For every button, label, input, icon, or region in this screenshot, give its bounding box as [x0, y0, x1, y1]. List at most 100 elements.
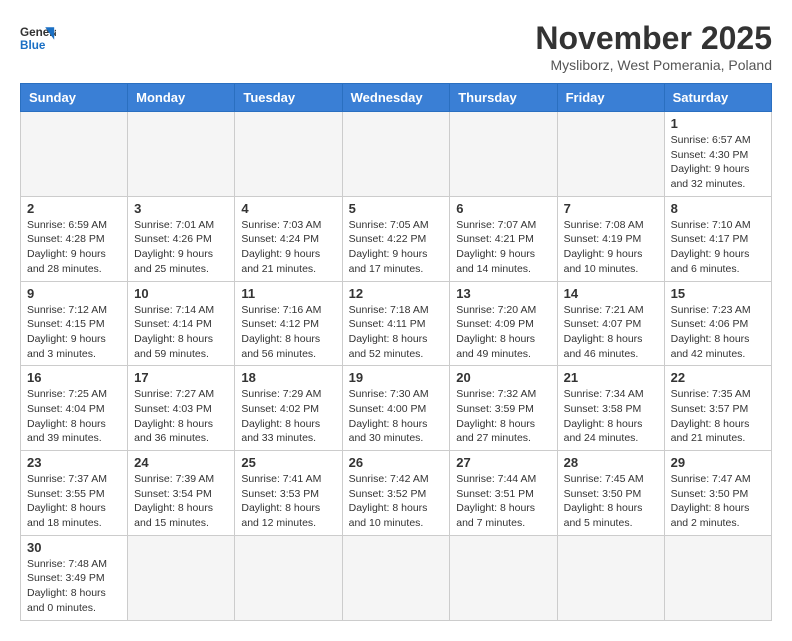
day-cell — [128, 112, 235, 197]
day-number: 6 — [456, 201, 550, 216]
day-number: 25 — [241, 455, 335, 470]
day-cell: 1Sunrise: 6:57 AM Sunset: 4:30 PM Daylig… — [664, 112, 771, 197]
day-cell: 16Sunrise: 7:25 AM Sunset: 4:04 PM Dayli… — [21, 366, 128, 451]
day-number: 8 — [671, 201, 765, 216]
day-cell: 18 Sunrise: 7:29 AM Sunset: 4:02 PM Dayli… — [235, 366, 342, 451]
day-info: Sunrise: 7:05 AM Sunset: 4:22 PM Dayligh… — [349, 218, 444, 277]
day-cell: 13Sunrise: 7:20 AM Sunset: 4:09 PM Dayli… — [450, 281, 557, 366]
day-cell — [342, 112, 450, 197]
day-number: 21 — [564, 370, 658, 385]
day-info: Sunrise: 7:07 AM Sunset: 4:21 PM Dayligh… — [456, 218, 550, 277]
day-number: 26 — [349, 455, 444, 470]
day-number: 19 — [349, 370, 444, 385]
day-info: Sunrise: 7:12 AM Sunset: 4:15 PM Dayligh… — [27, 303, 121, 362]
day-info: Sunrise: 7:14 AM Sunset: 4:14 PM Dayligh… — [134, 303, 228, 362]
day-info: Sunrise: 6:59 AM Sunset: 4:28 PM Dayligh… — [27, 218, 121, 277]
day-number: 5 — [349, 201, 444, 216]
day-cell: 11 Sunrise: 7:16 AM Sunset: 4:12 PM Dayli… — [235, 281, 342, 366]
day-info: Sunrise: 7:32 AM Sunset: 3:59 PM Dayligh… — [456, 387, 550, 446]
day-cell: 26Sunrise: 7:42 AM Sunset: 3:52 PM Dayli… — [342, 451, 450, 536]
day-info: Sunrise: 7:10 AM Sunset: 4:17 PM Dayligh… — [671, 218, 765, 277]
week-row-4: 16Sunrise: 7:25 AM Sunset: 4:04 PM Dayli… — [21, 366, 772, 451]
week-row-6: 30 Sunrise: 7:48 AM Sunset: 3:49 PM Dayli… — [21, 535, 772, 620]
day-cell: 28 Sunrise: 7:45 AM Sunset: 3:50 PM Dayli… — [557, 451, 664, 536]
day-cell: 14Sunrise: 7:21 AM Sunset: 4:07 PM Dayli… — [557, 281, 664, 366]
header-saturday: Saturday — [664, 84, 771, 112]
day-cell — [664, 535, 771, 620]
day-cell: 22 Sunrise: 7:35 AM Sunset: 3:57 PM Dayli… — [664, 366, 771, 451]
day-info: Sunrise: 7:08 AM Sunset: 4:19 PM Dayligh… — [564, 218, 658, 277]
day-number: 18 — [241, 370, 335, 385]
day-info: Sunrise: 7:35 AM Sunset: 3:57 PM Dayligh… — [671, 387, 765, 446]
day-cell — [557, 535, 664, 620]
day-number: 11 — [241, 286, 335, 301]
day-info: Sunrise: 7:39 AM Sunset: 3:54 PM Dayligh… — [134, 472, 228, 531]
day-cell: 12 Sunrise: 7:18 AM Sunset: 4:11 PM Dayli… — [342, 281, 450, 366]
week-row-5: 23 Sunrise: 7:37 AM Sunset: 3:55 PM Dayli… — [21, 451, 772, 536]
week-row-1: 1Sunrise: 6:57 AM Sunset: 4:30 PM Daylig… — [21, 112, 772, 197]
header-tuesday: Tuesday — [235, 84, 342, 112]
day-info: Sunrise: 7:30 AM Sunset: 4:00 PM Dayligh… — [349, 387, 444, 446]
day-info: Sunrise: 7:23 AM Sunset: 4:06 PM Dayligh… — [671, 303, 765, 362]
header-friday: Friday — [557, 84, 664, 112]
day-cell — [557, 112, 664, 197]
day-cell: 9Sunrise: 7:12 AM Sunset: 4:15 PM Daylig… — [21, 281, 128, 366]
day-cell: 7 Sunrise: 7:08 AM Sunset: 4:19 PM Daylig… — [557, 196, 664, 281]
day-cell: 19 Sunrise: 7:30 AM Sunset: 4:00 PM Dayli… — [342, 366, 450, 451]
day-number: 12 — [349, 286, 444, 301]
day-cell: 20Sunrise: 7:32 AM Sunset: 3:59 PM Dayli… — [450, 366, 557, 451]
day-number: 28 — [564, 455, 658, 470]
day-cell: 27Sunrise: 7:44 AM Sunset: 3:51 PM Dayli… — [450, 451, 557, 536]
day-info: Sunrise: 7:45 AM Sunset: 3:50 PM Dayligh… — [564, 472, 658, 531]
day-info: Sunrise: 7:41 AM Sunset: 3:53 PM Dayligh… — [241, 472, 335, 531]
logo-icon: General Blue — [20, 20, 56, 56]
day-cell: 4 Sunrise: 7:03 AM Sunset: 4:24 PM Daylig… — [235, 196, 342, 281]
day-cell: 6 Sunrise: 7:07 AM Sunset: 4:21 PM Daylig… — [450, 196, 557, 281]
header-sunday: Sunday — [21, 84, 128, 112]
day-number: 30 — [27, 540, 121, 555]
day-info: Sunrise: 7:34 AM Sunset: 3:58 PM Dayligh… — [564, 387, 658, 446]
header-monday: Monday — [128, 84, 235, 112]
day-info: Sunrise: 7:47 AM Sunset: 3:50 PM Dayligh… — [671, 472, 765, 531]
day-number: 13 — [456, 286, 550, 301]
location-subtitle: Mysliborz, West Pomerania, Poland — [535, 57, 772, 73]
day-cell — [21, 112, 128, 197]
day-cell: 10Sunrise: 7:14 AM Sunset: 4:14 PM Dayli… — [128, 281, 235, 366]
month-title: November 2025 — [535, 20, 772, 57]
day-number: 22 — [671, 370, 765, 385]
week-row-2: 2 Sunrise: 6:59 AM Sunset: 4:28 PM Daylig… — [21, 196, 772, 281]
header-wednesday: Wednesday — [342, 84, 450, 112]
day-cell: 24 Sunrise: 7:39 AM Sunset: 3:54 PM Dayli… — [128, 451, 235, 536]
day-number: 2 — [27, 201, 121, 216]
day-cell — [235, 112, 342, 197]
day-cell: 5 Sunrise: 7:05 AM Sunset: 4:22 PM Daylig… — [342, 196, 450, 281]
day-cell — [342, 535, 450, 620]
day-number: 4 — [241, 201, 335, 216]
day-info: Sunrise: 7:27 AM Sunset: 4:03 PM Dayligh… — [134, 387, 228, 446]
day-number: 23 — [27, 455, 121, 470]
day-cell — [450, 112, 557, 197]
day-info: Sunrise: 7:03 AM Sunset: 4:24 PM Dayligh… — [241, 218, 335, 277]
day-cell: 30 Sunrise: 7:48 AM Sunset: 3:49 PM Dayli… — [21, 535, 128, 620]
header-thursday: Thursday — [450, 84, 557, 112]
day-number: 17 — [134, 370, 228, 385]
day-info: Sunrise: 7:18 AM Sunset: 4:11 PM Dayligh… — [349, 303, 444, 362]
week-row-3: 9Sunrise: 7:12 AM Sunset: 4:15 PM Daylig… — [21, 281, 772, 366]
page-header: General Blue November 2025 Mysliborz, We… — [20, 20, 772, 73]
day-info: Sunrise: 7:37 AM Sunset: 3:55 PM Dayligh… — [27, 472, 121, 531]
day-info: Sunrise: 7:48 AM Sunset: 3:49 PM Dayligh… — [27, 557, 121, 616]
day-cell — [128, 535, 235, 620]
day-info: Sunrise: 7:01 AM Sunset: 4:26 PM Dayligh… — [134, 218, 228, 277]
day-number: 29 — [671, 455, 765, 470]
day-number: 7 — [564, 201, 658, 216]
day-number: 3 — [134, 201, 228, 216]
day-cell — [235, 535, 342, 620]
day-info: Sunrise: 7:16 AM Sunset: 4:12 PM Dayligh… — [241, 303, 335, 362]
day-number: 1 — [671, 116, 765, 131]
day-cell: 2 Sunrise: 6:59 AM Sunset: 4:28 PM Daylig… — [21, 196, 128, 281]
day-cell: 17 Sunrise: 7:27 AM Sunset: 4:03 PM Dayli… — [128, 366, 235, 451]
weekday-header-row: Sunday Monday Tuesday Wednesday Thursday… — [21, 84, 772, 112]
day-info: Sunrise: 7:29 AM Sunset: 4:02 PM Dayligh… — [241, 387, 335, 446]
day-number: 24 — [134, 455, 228, 470]
day-number: 27 — [456, 455, 550, 470]
